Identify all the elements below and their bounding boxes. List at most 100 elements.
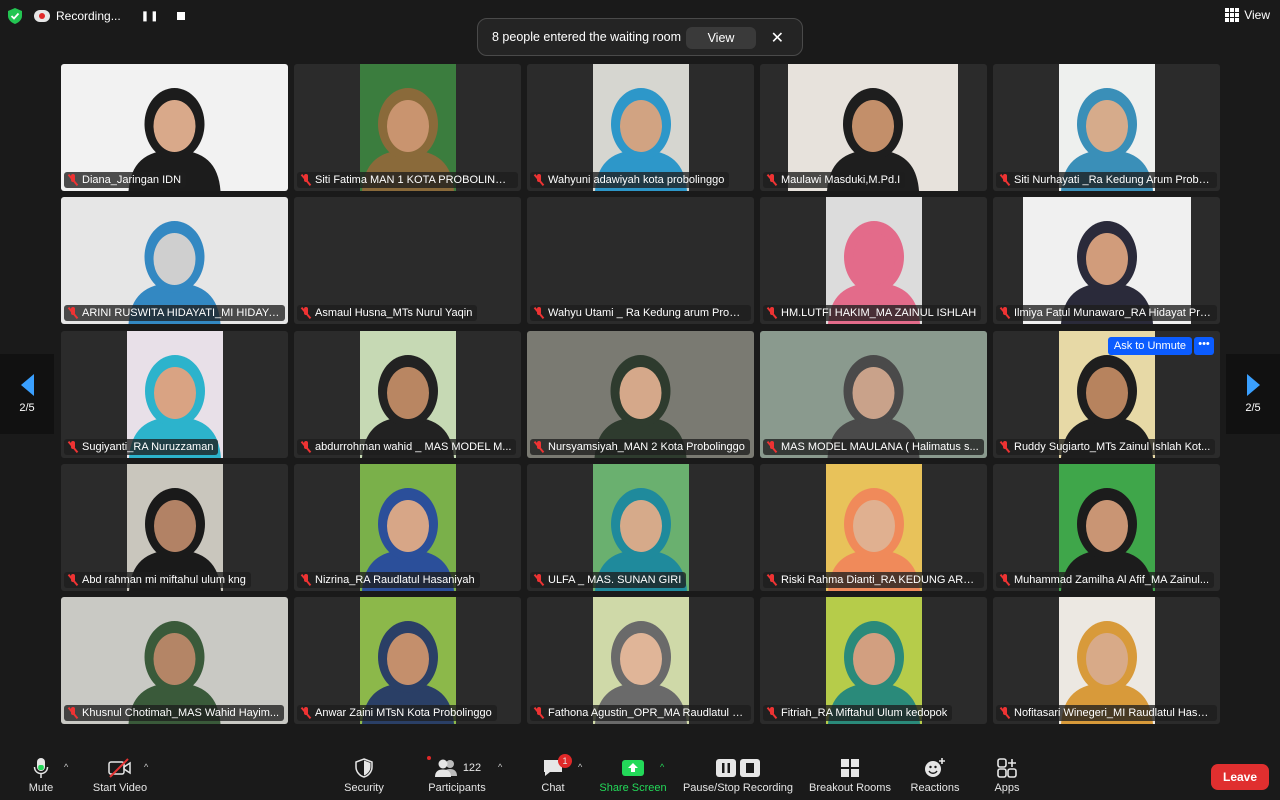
participant-tile[interactable]: Wahyu Utami _ Ra Kedung arum Probo... — [527, 197, 754, 324]
participants-icon — [434, 759, 457, 777]
more-options-icon[interactable]: ••• — [1194, 337, 1214, 355]
participant-tile[interactable]: ARINI RUSWITA HIDAYATI_MI HIDAYAT... — [61, 197, 288, 324]
participants-button[interactable]: 122 Participants — [424, 756, 490, 794]
reactions-button[interactable]: Reactions — [906, 756, 964, 794]
microphone-muted-icon — [767, 307, 777, 319]
participant-tile[interactable]: ULFA _ MAS. SUNAN GIRI — [527, 464, 754, 591]
participant-name: abdurrohman wahid _ MAS MODEL M... — [315, 441, 512, 453]
start-video-button[interactable]: Start Video — [90, 756, 150, 794]
meeting-toolbar: Mute ^ Start Video ^ Security 122 Partic… — [0, 752, 1280, 800]
participant-name: Diana_Jaringan IDN — [82, 174, 182, 186]
participant-name: Khusnul Chotimah_MAS Wahid Hayim... — [82, 707, 280, 719]
participant-tile[interactable]: Siti Fatima MAN 1 KOTA PROBOLINGGO — [294, 64, 521, 191]
view-layout-button[interactable]: View — [1225, 8, 1270, 22]
participant-name: Sugiyanti_RA Nuruzzaman — [82, 441, 214, 453]
share-screen-label: Share Screen — [599, 782, 667, 794]
participant-tile[interactable]: Riski Rahma Dianti_RA KEDUNG ARU... — [760, 464, 987, 591]
participant-name: HM.LUTFI HAKIM_MA ZAINUL ISHLAH — [781, 307, 977, 319]
pause-recording-icon[interactable]: ❚❚ — [141, 11, 160, 22]
pause-icon — [716, 759, 736, 777]
participant-tile[interactable]: Abd rahman mi miftahul ulum kng — [61, 464, 288, 591]
pause-stop-recording-button[interactable]: Pause/Stop Recording — [680, 756, 796, 794]
participant-name-label: Wahyuni adawiyah kota probolinggo — [530, 172, 730, 188]
participant-tile[interactable]: Wahyuni adawiyah kota probolinggo — [527, 64, 754, 191]
microphone-muted-icon — [534, 574, 544, 586]
participant-name-label: Nofitasari Winegeri_MI Raudlatul Hasa... — [996, 705, 1217, 721]
participant-name-label: Siti Nurhayati _Ra Kedung Arum Probo... — [996, 172, 1217, 188]
participants-alert-dot — [426, 756, 431, 760]
participant-tile[interactable]: Asmaul Husna_MTs Nurul Yaqin — [294, 197, 521, 324]
participant-name-label: Khusnul Chotimah_MAS Wahid Hayim... — [64, 705, 285, 721]
previous-page-button[interactable]: 2/5 — [0, 354, 54, 434]
participant-tile[interactable]: Khusnul Chotimah_MAS Wahid Hayim... — [61, 597, 288, 724]
participant-tile[interactable]: Diana_Jaringan IDN — [61, 64, 288, 191]
participant-name-label: Wahyu Utami _ Ra Kedung arum Probo... — [530, 305, 751, 321]
participant-name: Ilmiya Fatul Munawaro_RA Hidayat Pro... — [1014, 307, 1212, 319]
participant-tile[interactable]: HM.LUTFI HAKIM_MA ZAINUL ISHLAH — [760, 197, 987, 324]
microphone-muted-icon — [68, 707, 78, 719]
grid-icon — [1225, 8, 1240, 22]
participant-tile[interactable]: Nizrina_RA Raudlatul Hasaniyah — [294, 464, 521, 591]
participant-tile[interactable]: Sugiyanti_RA Nuruzzaman — [61, 331, 288, 458]
microphone-muted-icon — [767, 441, 777, 453]
participant-tile[interactable]: Ruddy Sugiarto_MTs Zainul Ishlah Kot... A… — [993, 331, 1220, 458]
breakout-rooms-button[interactable]: Breakout Rooms — [806, 756, 894, 794]
next-page-button[interactable]: 2/5 — [1226, 354, 1280, 434]
pause-stop-recording-label: Pause/Stop Recording — [682, 782, 794, 794]
reactions-label: Reactions — [910, 782, 960, 794]
stop-icon — [740, 759, 760, 777]
security-label: Security — [344, 782, 384, 794]
chat-options-caret[interactable]: ^ — [578, 762, 582, 772]
shield-check-icon[interactable] — [8, 8, 22, 24]
participant-name: Abd rahman mi miftahul ulum kng — [82, 574, 246, 586]
view-layout-label: View — [1244, 8, 1270, 22]
participant-tile[interactable]: Muhammad Zamilha Al Afif_MA Zainul... — [993, 464, 1220, 591]
waiting-room-view-button[interactable]: View — [686, 27, 756, 49]
participant-name-label: abdurrohman wahid _ MAS MODEL M... — [297, 439, 517, 455]
participant-name-label: ARINI RUSWITA HIDAYATI_MI HIDAYAT... — [64, 305, 285, 321]
participant-tile[interactable]: Nursyamsiyah_MAN 2 Kota Probolinggo — [527, 331, 754, 458]
participant-tile[interactable]: Fitriah_RA Miftahul Ulum kedopok — [760, 597, 987, 724]
mute-button[interactable]: Mute — [22, 756, 60, 794]
participant-name: Maulawi Masduki,M.Pd.I — [781, 174, 901, 186]
close-icon[interactable]: ✕ — [771, 28, 784, 48]
microphone-muted-icon — [301, 307, 311, 319]
microphone-muted-icon — [534, 174, 544, 186]
microphone-muted-icon — [68, 574, 78, 586]
participant-tile[interactable]: Siti Nurhayati _Ra Kedung Arum Probo... — [993, 64, 1220, 191]
apps-button[interactable]: Apps — [990, 756, 1024, 794]
share-screen-button[interactable]: Share Screen — [598, 756, 668, 794]
participant-tile[interactable]: Ilmiya Fatul Munawaro_RA Hidayat Pro... — [993, 197, 1220, 324]
participant-tile[interactable]: Anwar Zaini MTsN Kota Probolinggo — [294, 597, 521, 724]
participant-name: Anwar Zaini MTsN Kota Probolinggo — [315, 707, 492, 719]
ask-to-unmute-button[interactable]: Ask to Unmute — [1107, 337, 1192, 355]
participant-name: Asmaul Husna_MTs Nurul Yaqin — [315, 307, 473, 319]
recording-indicator[interactable]: Recording... ❚❚ — [34, 6, 186, 26]
leave-button[interactable]: Leave — [1211, 764, 1269, 790]
participant-name-label: MAS MODEL MAULANA ( Halimatus s... — [763, 439, 984, 455]
chat-button[interactable]: 1 Chat — [538, 754, 572, 794]
participants-options-caret[interactable]: ^ — [498, 762, 502, 772]
participant-name-label: ULFA _ MAS. SUNAN GIRI — [530, 572, 687, 588]
stop-recording-icon[interactable] — [177, 12, 186, 20]
microphone-muted-icon — [767, 574, 777, 586]
participant-tile[interactable]: abdurrohman wahid _ MAS MODEL M... — [294, 331, 521, 458]
microphone-muted-icon — [1000, 307, 1010, 319]
microphone-muted-icon — [1000, 574, 1010, 586]
participant-name: Wahyu Utami _ Ra Kedung arum Probo... — [548, 307, 746, 319]
microphone-icon — [33, 758, 49, 778]
participant-tile[interactable]: Nofitasari Winegeri_MI Raudlatul Hasa... — [993, 597, 1220, 724]
microphone-muted-icon — [534, 707, 544, 719]
participant-tile[interactable]: MAS MODEL MAULANA ( Halimatus s... — [760, 331, 987, 458]
participant-name: Nizrina_RA Raudlatul Hasaniyah — [315, 574, 475, 586]
mute-label: Mute — [28, 782, 54, 794]
page-indicator-right: 2/5 — [1245, 402, 1261, 414]
share-options-caret[interactable]: ^ — [660, 762, 664, 772]
video-options-caret[interactable]: ^ — [144, 762, 148, 772]
smiley-plus-icon — [925, 758, 945, 777]
participant-name-label: Nursyamsiyah_MAN 2 Kota Probolinggo — [530, 439, 750, 455]
participant-tile[interactable]: Fathona Agustin_OPR_MA Raudlatul H... — [527, 597, 754, 724]
audio-options-caret[interactable]: ^ — [64, 762, 68, 772]
security-button[interactable]: Security — [338, 756, 390, 794]
participant-tile[interactable]: Maulawi Masduki,M.Pd.I — [760, 64, 987, 191]
